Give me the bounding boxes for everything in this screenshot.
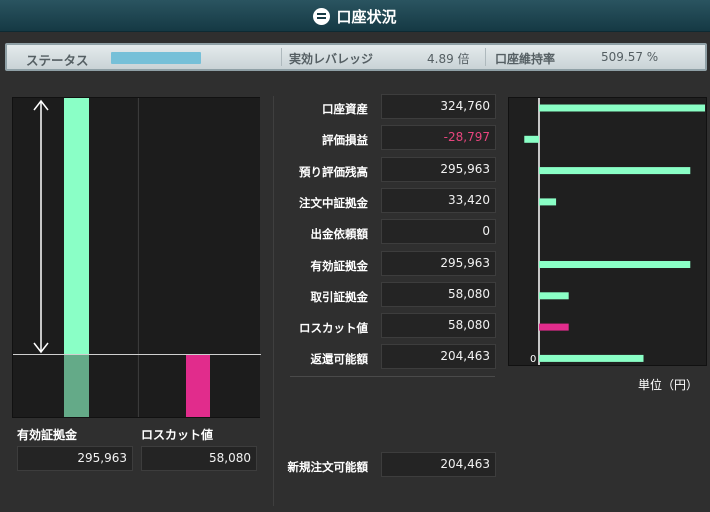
leverage-value: 4.89 倍 — [427, 52, 470, 66]
vertical-divider — [273, 96, 274, 506]
horizontal-divider — [290, 376, 495, 377]
status-gauge — [111, 52, 201, 64]
unit-label: 単位（円） — [638, 378, 699, 392]
chart-bar — [539, 292, 569, 300]
effective-margin-bar — [64, 98, 89, 355]
chart-bar — [539, 354, 644, 362]
row-label: 返還可能額 — [310, 352, 369, 366]
row-value: 324,760 — [381, 94, 496, 119]
chart-bar — [539, 198, 557, 206]
losscut-bar — [186, 355, 210, 417]
row-label: 評価損益 — [322, 133, 368, 147]
row-label: 預り評価残高 — [299, 165, 368, 179]
row-value: 295,963 — [381, 157, 496, 182]
row-value: 295,963 — [381, 251, 496, 276]
effective-margin-value: 295,963 — [17, 446, 133, 471]
row-value: 58,080 — [381, 282, 496, 307]
effective-margin-bar-base — [64, 355, 89, 417]
row-label: 出金依頼額 — [310, 227, 369, 241]
row-value: 33,420 — [381, 188, 496, 213]
balance-chart-svg — [524, 98, 705, 365]
row-value: 204,463 — [381, 344, 496, 369]
status-bar: ステータス 実効レバレッジ 4.89 倍 口座維持率 509.57 % — [5, 43, 707, 71]
row-label: ロスカット値 — [299, 321, 368, 335]
title-wrap: 口座状況 — [0, 0, 710, 32]
row-value: 58,080 — [381, 313, 496, 338]
losscut-label: ロスカット値 — [141, 428, 214, 442]
margin-bar-panel — [12, 97, 261, 418]
row-label: 口座資産 — [322, 102, 368, 116]
row-value: 0 — [381, 219, 496, 244]
new-order-label: 新規注文可能額 — [287, 460, 369, 474]
row-label: 取引証拠金 — [310, 290, 369, 304]
row-label: 有効証拠金 — [310, 259, 369, 273]
new-order-value: 204,463 — [381, 452, 496, 477]
status-divider — [281, 48, 282, 66]
balance-chart — [508, 97, 707, 366]
page-title: 口座状況 — [336, 7, 397, 26]
margin-rate-label: 口座維持率 — [495, 52, 556, 66]
leverage-label: 実効レバレッジ — [289, 52, 374, 66]
chart-zero-label: 0 — [530, 354, 537, 365]
row-label: 注文中証拠金 — [299, 196, 368, 210]
chart-bar — [539, 167, 691, 175]
chart-bar — [539, 323, 569, 331]
effective-margin-label: 有効証拠金 — [17, 428, 78, 442]
account-icon — [313, 7, 331, 25]
row-value: -28,797 — [381, 125, 496, 150]
status-label: ステータス — [26, 53, 89, 68]
margin-rate-value: 509.57 % — [601, 50, 659, 64]
double-arrow-icon — [33, 99, 49, 354]
chart-bar — [524, 135, 539, 143]
losscut-value: 58,080 — [141, 446, 257, 471]
chart-bar — [539, 104, 705, 112]
status-divider — [485, 48, 486, 66]
chart-bar — [539, 261, 691, 268]
